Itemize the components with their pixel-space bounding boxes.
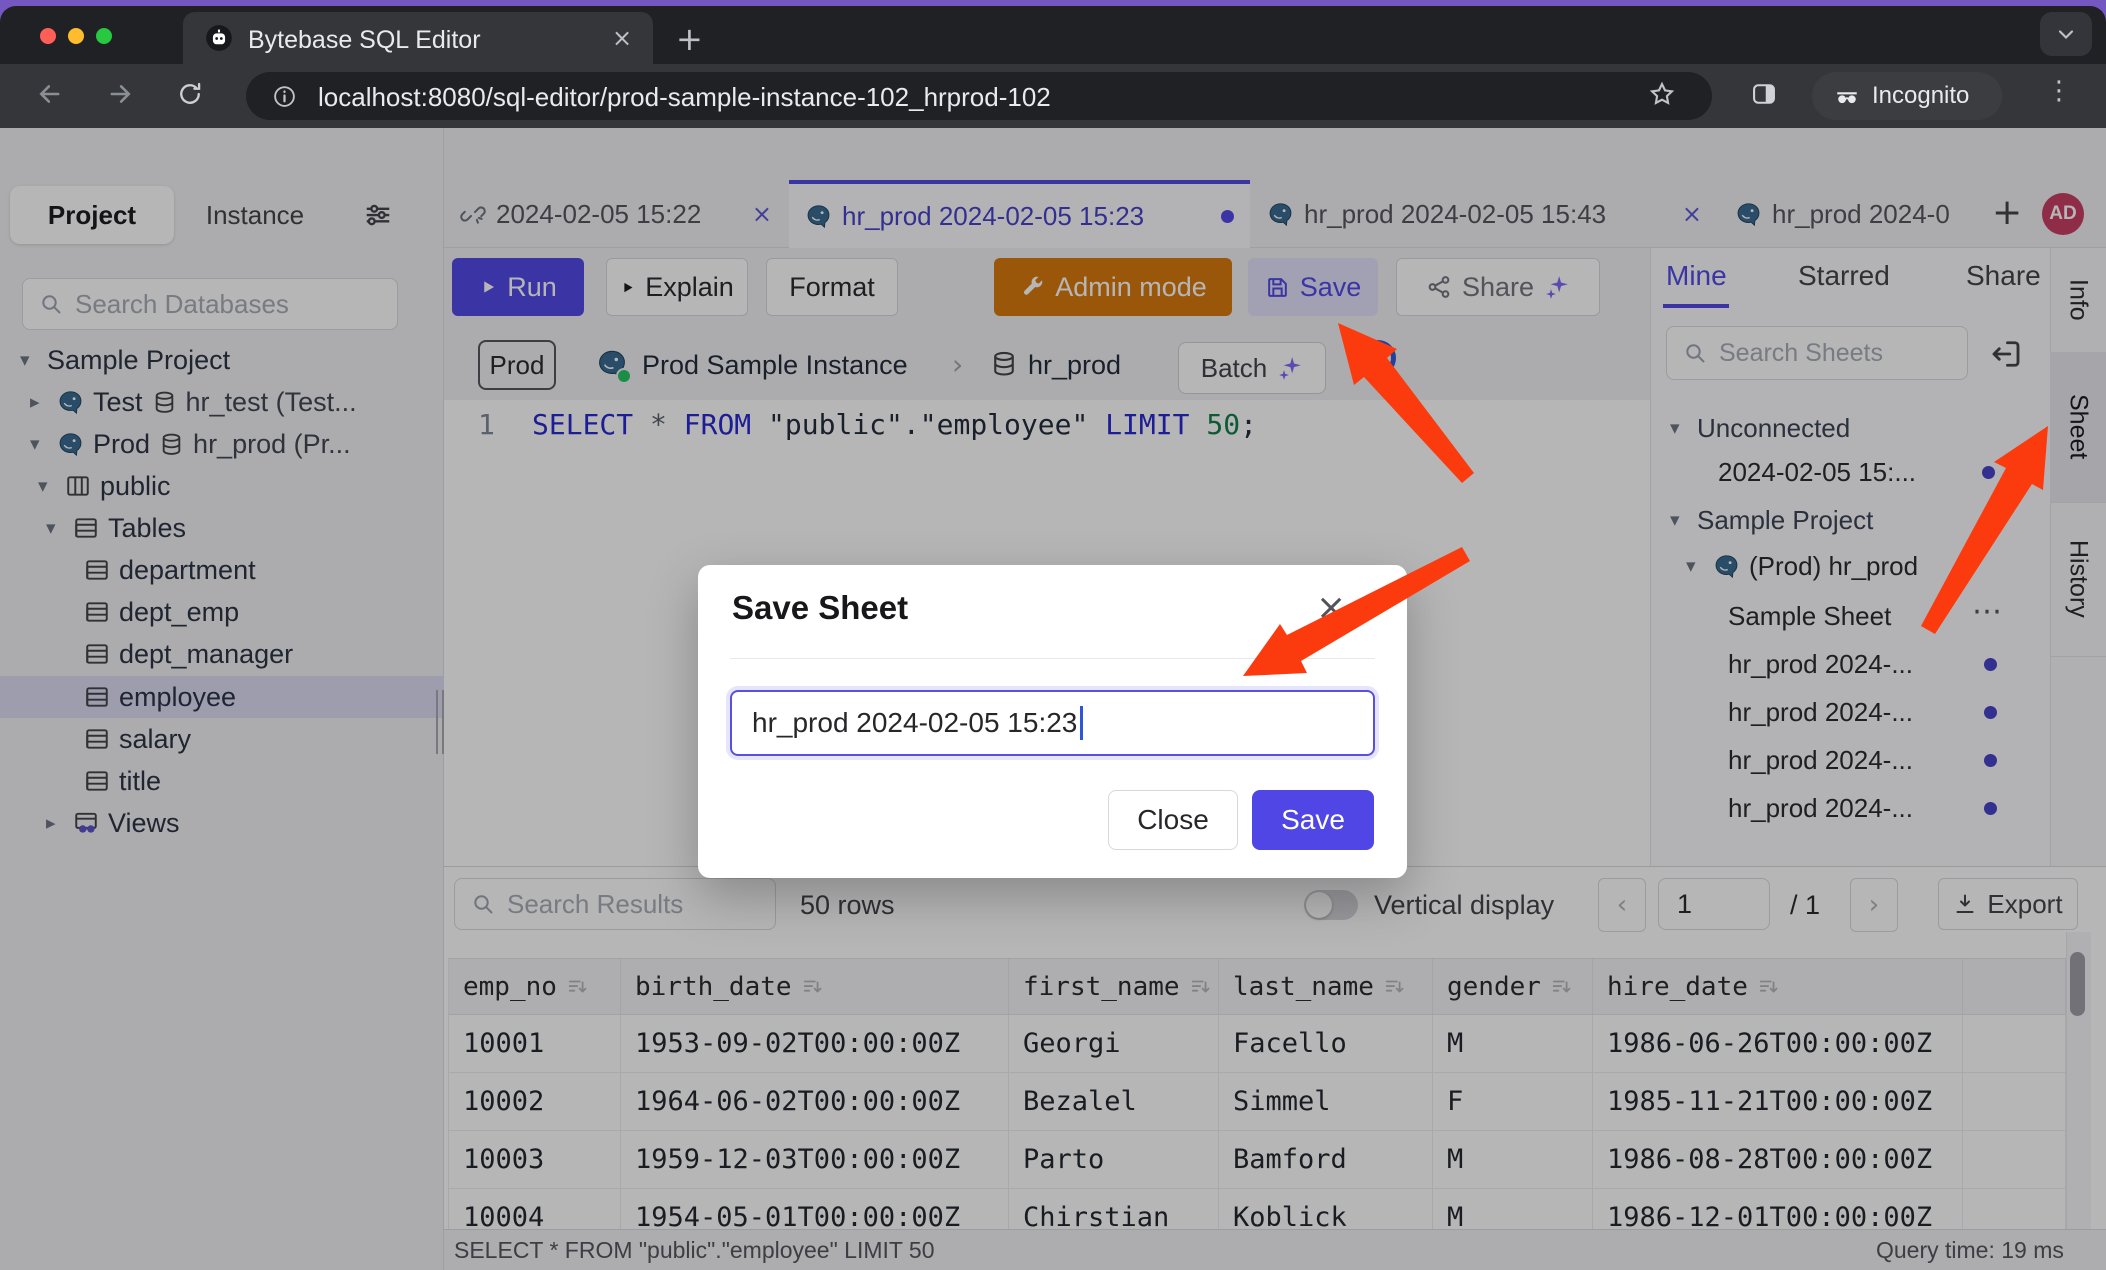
back-icon[interactable] (36, 80, 64, 108)
browser-tab-title: Bytebase SQL Editor (248, 26, 481, 55)
screenshot-root: Bytebase SQL Editor × + localhost:8080/s… (0, 0, 2106, 1270)
modal-close-icon[interactable]: × (1316, 587, 1346, 628)
sheet-name-value: hr_prod 2024-02-05 15:23 (752, 707, 1077, 739)
window-close-button[interactable] (40, 28, 56, 44)
modal-title: Save Sheet (732, 589, 908, 627)
chevron-down-icon (2054, 22, 2078, 46)
window-minimize-button[interactable] (68, 28, 84, 44)
incognito-label: Incognito (1872, 82, 1969, 110)
incognito-icon (1834, 83, 1860, 109)
incognito-badge: Incognito (1812, 72, 2002, 120)
bytebase-favicon-icon (205, 24, 233, 52)
forward-icon[interactable] (106, 80, 134, 108)
side-panel-icon[interactable] (1750, 80, 1778, 108)
modal-divider (730, 658, 1375, 659)
window-maximize-button[interactable] (96, 28, 112, 44)
bookmark-star-icon[interactable] (1648, 80, 1676, 108)
site-info-icon[interactable] (272, 84, 297, 109)
modal-save-button[interactable]: Save (1252, 790, 1374, 850)
reload-icon[interactable] (176, 80, 204, 108)
new-tab-button[interactable]: + (676, 20, 703, 58)
browser-tab-close-icon[interactable]: × (612, 24, 632, 52)
save-sheet-modal: Save Sheet × hr_prod 2024-02-05 15:23 Cl… (698, 565, 1407, 878)
browser-menu-icon[interactable]: ⋮ (2046, 76, 2072, 106)
sheet-name-input[interactable]: hr_prod 2024-02-05 15:23 (730, 690, 1375, 756)
text-cursor (1080, 706, 1083, 740)
modal-close-button[interactable]: Close (1108, 790, 1238, 850)
url-text[interactable]: localhost:8080/sql-editor/prod-sample-in… (318, 82, 1051, 113)
